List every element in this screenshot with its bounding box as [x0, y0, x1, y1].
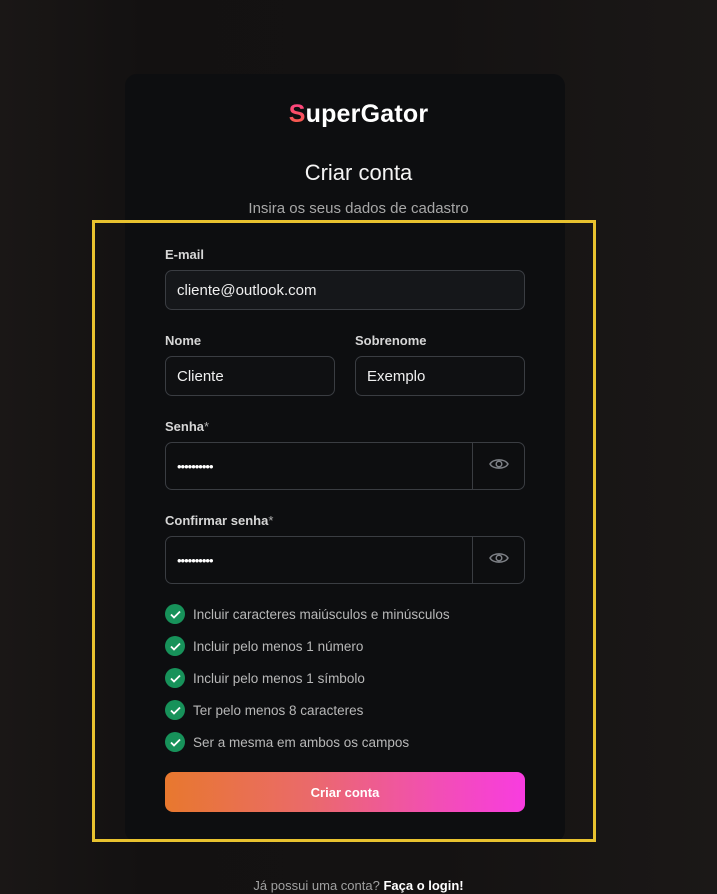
page-subtitle: Insira os seus dados de cadastro — [248, 200, 469, 217]
password-value: •••••••••• — [177, 458, 214, 474]
page-title: Criar conta — [304, 160, 413, 185]
requirement-item: Incluir pelo menos 1 símbolo — [165, 668, 365, 688]
login-link[interactable]: Faça o login! — [383, 878, 463, 893]
check-circle-icon — [165, 732, 185, 752]
email-label: E-mail — [165, 247, 205, 262]
confirm-password-label-text: Confirmar senha — [165, 513, 269, 528]
check-circle-icon — [165, 668, 185, 688]
login-prompt: Já possui uma conta? Faça o login! — [0, 878, 717, 893]
password-field[interactable]: •••••••••• — [165, 442, 525, 490]
requirement-text: Ser a mesma em ambos os campos — [193, 734, 410, 750]
email-field[interactable]: cliente@outlook.com — [165, 270, 525, 310]
required-marker: * — [268, 513, 274, 528]
password-label: Senha* — [165, 419, 209, 434]
confirm-password-field[interactable]: •••••••••• — [165, 536, 525, 584]
check-circle-icon — [165, 604, 185, 624]
check-circle-icon — [165, 636, 185, 656]
first-name-value: Cliente — [177, 367, 224, 385]
logo-letter: S — [288, 100, 306, 128]
email-value: cliente@outlook.com — [177, 281, 317, 299]
confirm-password-label: Confirmar senha* — [165, 513, 273, 528]
show-password-button[interactable] — [472, 443, 524, 489]
last-name-value: Exemplo — [367, 367, 426, 385]
create-account-button[interactable]: Criar conta — [165, 772, 525, 812]
requirement-text: Incluir pelo menos 1 símbolo — [193, 670, 365, 686]
requirement-item: Incluir pelo menos 1 número — [165, 636, 363, 656]
confirm-password-value: •••••••••• — [177, 552, 214, 568]
first-name-field[interactable]: Cliente — [165, 356, 335, 396]
login-prompt-text: Já possui uma conta? — [253, 878, 380, 893]
requirement-item: Ter pelo menos 8 caracteres — [165, 700, 363, 720]
last-name-field[interactable]: Exemplo — [355, 356, 525, 396]
requirement-item: Incluir caracteres maiúsculos e minúscul… — [165, 604, 450, 624]
requirement-text: Ter pelo menos 8 caracteres — [193, 702, 364, 718]
required-marker: * — [204, 419, 210, 434]
show-confirm-password-button[interactable] — [472, 537, 524, 583]
eye-icon — [488, 551, 509, 570]
requirement-text: Incluir caracteres maiúsculos e minúscul… — [193, 606, 450, 622]
last-name-label: Sobrenome — [355, 333, 427, 348]
requirement-text: Incluir pelo menos 1 número — [193, 638, 364, 654]
first-name-label: Nome — [165, 333, 202, 348]
requirement-item: Ser a mesma em ambos os campos — [165, 732, 409, 752]
supergator-logo: SuperGator — [0, 100, 717, 129]
eye-icon — [488, 457, 509, 476]
check-circle-icon — [165, 700, 185, 720]
password-label-text: Senha — [165, 419, 205, 434]
logo-text: uperGator — [305, 100, 429, 128]
